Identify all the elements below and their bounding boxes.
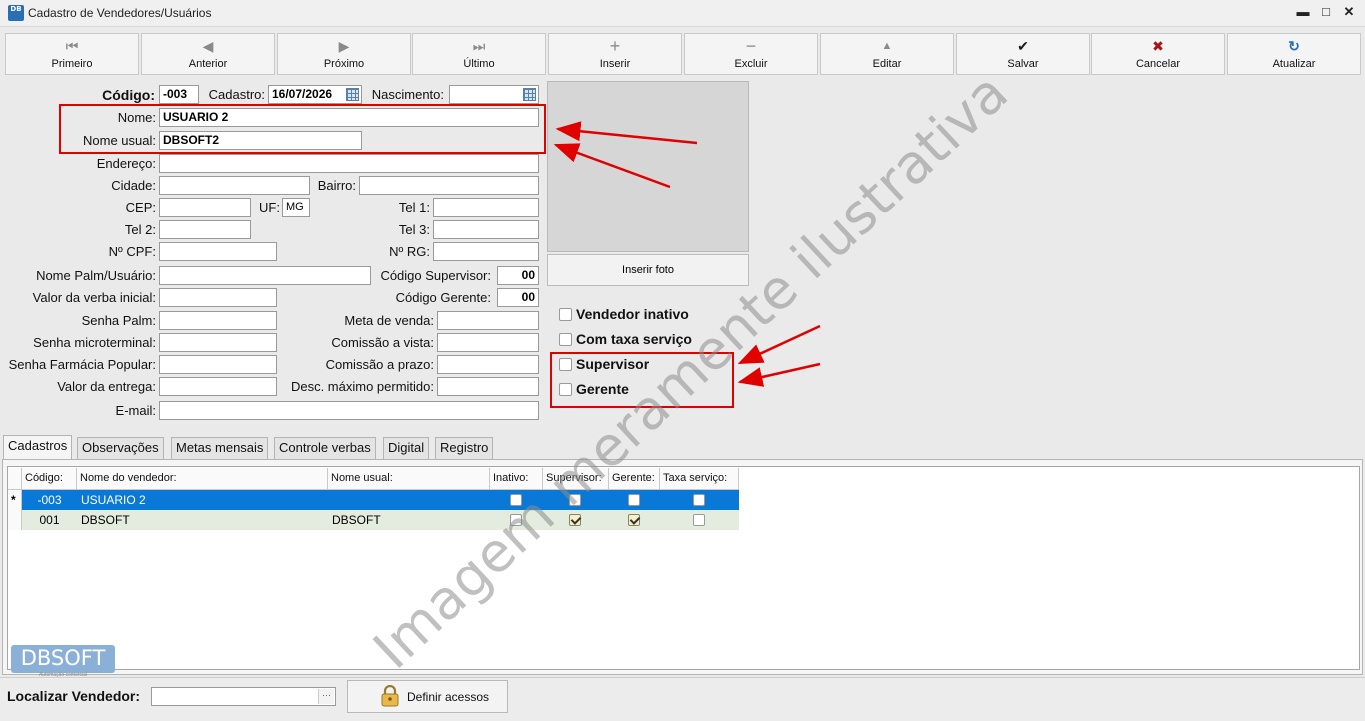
tab-registro[interactable]: Registro	[435, 437, 494, 459]
tab-cadastros[interactable]: Cadastros	[3, 435, 73, 460]
cell-nome-usual: DBSOFT	[332, 513, 381, 527]
cell-nome-usual	[328, 490, 490, 510]
row-indicator	[8, 510, 22, 530]
column-header-codigo[interactable]: Código:	[22, 468, 77, 490]
tab-digital[interactable]: Digital	[383, 437, 430, 459]
cell-gerente-checkbox[interactable]	[628, 494, 640, 506]
tab-metas-mensais[interactable]: Metas mensais	[171, 437, 269, 459]
cell-codigo: 001	[39, 513, 60, 527]
cell-nome: USUARIO 2	[81, 493, 146, 507]
find-vendor-label: Localizar Vendedor:	[7, 688, 141, 704]
row-indicator: *	[8, 490, 22, 510]
dbsoft-logo-text: DBSOFT	[20, 646, 106, 670]
cell-taxa-checkbox[interactable]	[693, 494, 705, 506]
define-access-button[interactable]: Definir acessos	[347, 680, 508, 713]
define-access-label: Definir acessos	[407, 690, 490, 704]
cell-gerente-checkbox[interactable]	[628, 514, 640, 526]
tab-controle-verbas[interactable]: Controle verbas	[274, 437, 376, 459]
column-header-nome-usual[interactable]: Nome usual:	[328, 468, 490, 490]
cell-nome: DBSOFT	[81, 513, 130, 527]
tab-observacoes[interactable]: Observações	[77, 437, 164, 459]
column-header-nome[interactable]: Nome do vendedor:	[77, 468, 328, 490]
find-ellipsis-button[interactable]: ···	[318, 689, 334, 704]
column-header-taxa-servico[interactable]: Taxa serviço:	[660, 468, 739, 490]
cell-taxa-checkbox[interactable]	[693, 514, 705, 526]
padlock-icon	[381, 685, 399, 707]
grid-corner	[8, 468, 22, 490]
find-vendor-input[interactable]	[151, 687, 336, 706]
cell-codigo: -003	[37, 493, 62, 507]
